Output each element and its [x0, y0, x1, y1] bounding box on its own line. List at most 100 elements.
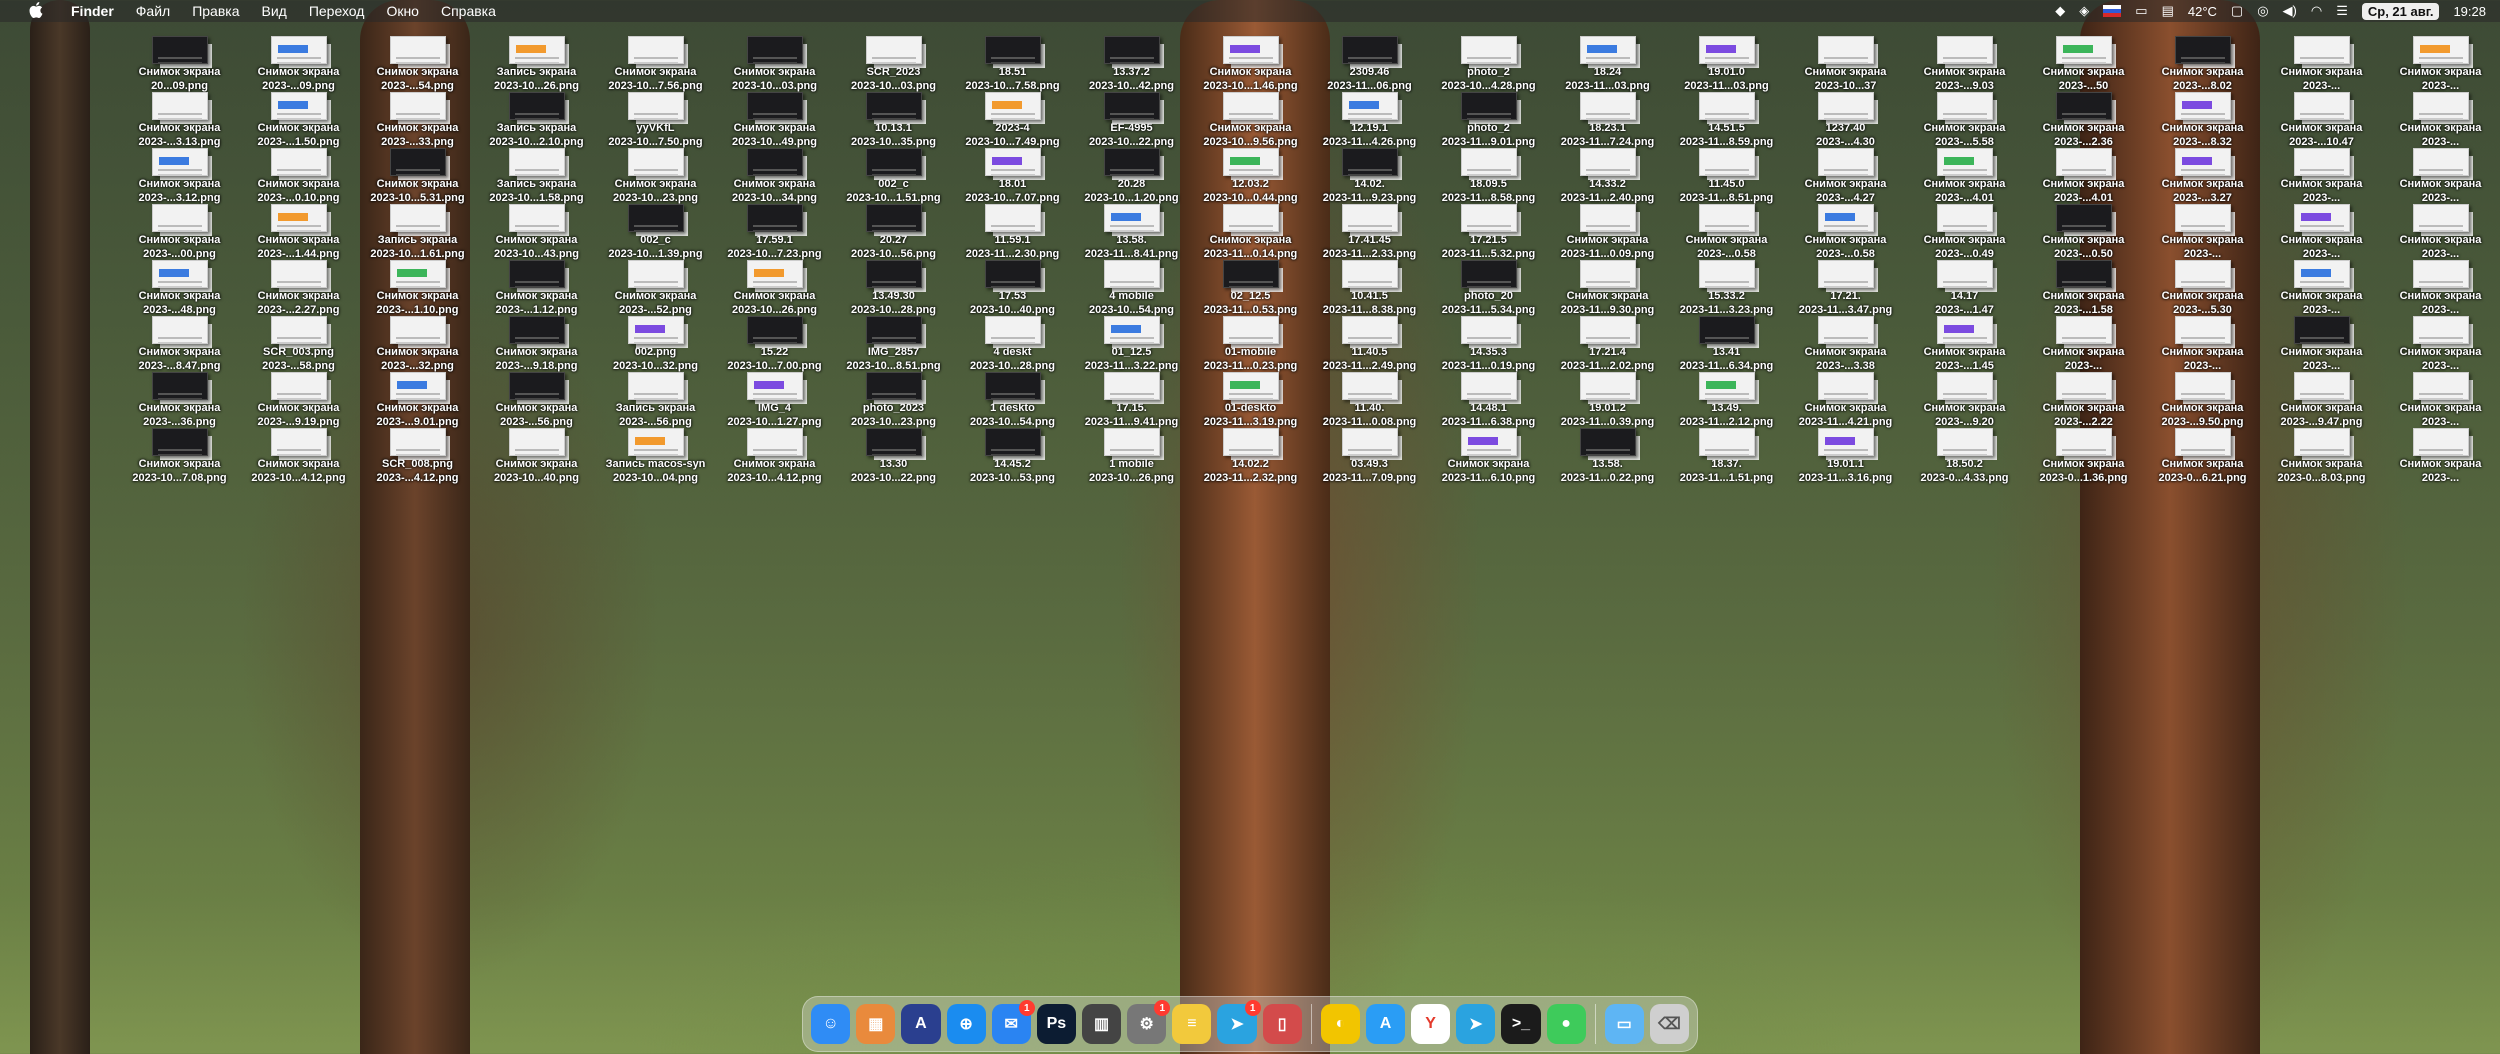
- desktop-file[interactable]: 2023-4 2023-10...7.49.png: [953, 92, 1072, 148]
- calculator-icon[interactable]: ▥: [1081, 1004, 1122, 1044]
- desktop-file[interactable]: 18.23.1 2023-11...7.24.png: [1548, 92, 1667, 148]
- desktop-file[interactable]: 13.41 2023-11...6.34.png: [1667, 316, 1786, 372]
- desktop-file[interactable]: Снимок экрана 2023-...: [2381, 204, 2500, 260]
- terminal-icon[interactable]: >_: [1501, 1004, 1541, 1044]
- desktop-file[interactable]: Снимок экрана 2023-...3.13.png: [120, 92, 239, 148]
- desktop-file[interactable]: SCR_2023 2023-10...03.png: [834, 36, 953, 92]
- desktop-file[interactable]: Снимок экрана 2023-10...49.png: [715, 92, 834, 148]
- desktop-file[interactable]: Снимок экрана 2023-10...5.31.png: [358, 148, 477, 204]
- desktop-file[interactable]: Снимок экрана 2023-0...1.36.png: [2024, 428, 2143, 484]
- desktop-file[interactable]: Снимок экрана 2023-...3.12.png: [120, 148, 239, 204]
- menu-edit[interactable]: Правка: [181, 3, 250, 19]
- desktop-file[interactable]: Снимок экрана 2023-...: [2262, 316, 2381, 372]
- desktop-file[interactable]: Снимок экрана 2023-...9.50.png: [2143, 372, 2262, 428]
- desktop-file[interactable]: Снимок экрана 2023-10...4.12.png: [715, 428, 834, 484]
- desktop-file[interactable]: 17.41.45 2023-11...2.33.png: [1310, 204, 1429, 260]
- desktop-file[interactable]: Снимок экрана 2023-...1.45: [1905, 316, 2024, 372]
- wifi-icon[interactable]: ◠: [2311, 3, 2322, 19]
- app-store-icon[interactable]: A: [1365, 1004, 1406, 1044]
- desktop-file[interactable]: Снимок экрана 2023-11...4.21.png: [1786, 372, 1905, 428]
- desktop-file[interactable]: 17.21.5 2023-11...5.32.png: [1429, 204, 1548, 260]
- telegram-alt-icon[interactable]: ➤: [1456, 1004, 1496, 1044]
- desktop-file[interactable]: 12.03.2 2023-10...0.44.png: [1191, 148, 1310, 204]
- desktop-file[interactable]: Снимок экрана 2023-...00.png: [120, 204, 239, 260]
- desktop-file[interactable]: Снимок экрана 2023-...: [2381, 316, 2500, 372]
- desktop-file[interactable]: 1 deskto 2023-10...54.png: [953, 372, 1072, 428]
- desktop-file[interactable]: Снимок экрана 2023-11...6.10.png: [1429, 428, 1548, 484]
- desktop-file[interactable]: 14.48.1 2023-11...6.38.png: [1429, 372, 1548, 428]
- menu-file[interactable]: Файл: [125, 3, 181, 19]
- desktop-file[interactable]: 1 mobile 2023-10...26.png: [1072, 428, 1191, 484]
- desktop-file[interactable]: 4 mobile 2023-10...54.png: [1072, 260, 1191, 316]
- desktop-file[interactable]: 13.49. 2023-11...2.12.png: [1667, 372, 1786, 428]
- desktop-file[interactable]: Снимок экрана 2023-...: [2024, 316, 2143, 372]
- desktop-file[interactable]: Снимок экрана 2023-...8.02: [2143, 36, 2262, 92]
- desktop-file[interactable]: Снимок экрана 2023-...48.png: [120, 260, 239, 316]
- desktop-file[interactable]: EF-4995 2023-10...22.png: [1072, 92, 1191, 148]
- desktop-file[interactable]: Снимок экрана 2023-...9.01.png: [358, 372, 477, 428]
- desktop-file[interactable]: Снимок экрана 2023-10...26.png: [715, 260, 834, 316]
- mail-icon[interactable]: ✉ 1: [991, 1000, 1035, 1044]
- screen-icon[interactable]: ◎: [2257, 3, 2268, 19]
- desktop-file[interactable]: Снимок экрана 2023-...52.png: [596, 260, 715, 316]
- desktop-file[interactable]: Снимок экрана 2023-...2.22: [2024, 372, 2143, 428]
- desktop-file[interactable]: Снимок экрана 2023-11...9.30.png: [1548, 260, 1667, 316]
- desktop-file[interactable]: Снимок экрана 2023-...8.32: [2143, 92, 2262, 148]
- desktop-file[interactable]: photo_2023 2023-10...23.png: [834, 372, 953, 428]
- desktop-file[interactable]: Снимок экрана 2023-...: [2381, 428, 2500, 484]
- desktop-file[interactable]: Снимок экрана 2023-...2.36: [2024, 92, 2143, 148]
- menu-go[interactable]: Переход: [298, 3, 376, 19]
- photoshop-icon[interactable]: Ps: [1036, 1004, 1076, 1044]
- desktop-file[interactable]: 14.17 2023-...1.47: [1905, 260, 2024, 316]
- desktop-file[interactable]: 14.35.3 2023-11...0.19.png: [1429, 316, 1548, 372]
- desktop-file[interactable]: 10.13.1 2023-10...35.png: [834, 92, 953, 148]
- desktop-file[interactable]: Снимок экрана 2023-10...40.png: [477, 428, 596, 484]
- desktop-file[interactable]: 18.09.5 2023-11...8.58.png: [1429, 148, 1548, 204]
- desktop-file[interactable]: 11.45.0 2023-11...8.51.png: [1667, 148, 1786, 204]
- desktop-file[interactable]: 18.01 2023-10...7.07.png: [953, 148, 1072, 204]
- desktop-file[interactable]: Снимок экрана 2023-...0.58: [1786, 204, 1905, 260]
- desktop-file[interactable]: Снимок экрана 2023-...5.58: [1905, 92, 2024, 148]
- desktop-file[interactable]: 13.37.2 2023-10...42.png: [1072, 36, 1191, 92]
- battery-icon[interactable]: ▭: [2135, 3, 2147, 19]
- downloads-folder-icon[interactable]: ▭: [1604, 1004, 1644, 1044]
- desktop-file[interactable]: Снимок экрана 2023-10...4.12.png: [239, 428, 358, 484]
- desktop-file[interactable]: 11.40. 2023-11...0.08.png: [1310, 372, 1429, 428]
- message-icon[interactable]: ▢: [2231, 3, 2243, 19]
- desktop-file[interactable]: 19.01.1 2023-11...3.16.png: [1786, 428, 1905, 484]
- screen-studio-icon[interactable]: ◐: [1320, 1004, 1360, 1044]
- desktop-file[interactable]: 20.28 2023-10...1.20.png: [1072, 148, 1191, 204]
- desktop-file[interactable]: Снимок экрана 2023-10...03.png: [715, 36, 834, 92]
- desktop-file[interactable]: Снимок экрана 2023-10...43.png: [477, 204, 596, 260]
- desktop-file[interactable]: Снимок экрана 2023-...4.27: [1786, 148, 1905, 204]
- desktop-file[interactable]: Снимок экрана 2023-11...0.09.png: [1548, 204, 1667, 260]
- desktop-file[interactable]: Снимок экрана 2023-...1.44.png: [239, 204, 358, 260]
- desktop-file[interactable]: Снимок экрана 2023-...1.12.png: [477, 260, 596, 316]
- notes-icon[interactable]: ≡: [1172, 1004, 1212, 1044]
- desktop-file[interactable]: Снимок экрана 2023-10...34.png: [715, 148, 834, 204]
- desktop-file[interactable]: 11.40.5 2023-11...2.49.png: [1310, 316, 1429, 372]
- desktop-file[interactable]: 17.15. 2023-11...9.41.png: [1072, 372, 1191, 428]
- desktop-file[interactable]: Снимок экрана 2023-...0.50: [2024, 204, 2143, 260]
- desktop-file[interactable]: Снимок экрана 2023-...33.png: [358, 92, 477, 148]
- desktop-file[interactable]: Снимок экрана 2023-...: [2381, 36, 2500, 92]
- telegram-icon[interactable]: ➤ 1: [1217, 1000, 1261, 1044]
- desktop-file[interactable]: Снимок экрана 2023-11...0.14.png: [1191, 204, 1310, 260]
- desktop-file[interactable]: Снимок экрана 2023-10...23.png: [596, 148, 715, 204]
- menu-view[interactable]: Вид: [251, 3, 298, 19]
- menu-window[interactable]: Окно: [375, 3, 430, 19]
- iphone-mirroring-icon[interactable]: ▯: [1262, 1004, 1302, 1044]
- desktop-file[interactable]: yyVKfL 2023-10...7.50.png: [596, 92, 715, 148]
- desktop-file[interactable]: Снимок экрана 20...09.png: [120, 36, 239, 92]
- desktop-file[interactable]: Снимок экрана 2023-...32.png: [358, 316, 477, 372]
- desktop-file[interactable]: 11.59.1 2023-11...2.30.png: [953, 204, 1072, 260]
- desktop-file[interactable]: Запись экрана 2023-10...1.58.png: [477, 148, 596, 204]
- desktop-file[interactable]: Снимок экрана 2023-...3.38: [1786, 316, 1905, 372]
- desktop-file[interactable]: Снимок экрана 2023-...9.47.png: [2262, 372, 2381, 428]
- control-center-icon[interactable]: ☰: [2336, 3, 2348, 19]
- temperature-icon[interactable]: ▤: [2162, 3, 2174, 19]
- yandex-browser-icon[interactable]: Y: [1411, 1004, 1451, 1044]
- desktop-file[interactable]: Снимок экрана 2023-...2.27.png: [239, 260, 358, 316]
- desktop-file[interactable]: 19.01.0 2023-11...03.png: [1667, 36, 1786, 92]
- desktop-file[interactable]: 12.19.1 2023-11...4.26.png: [1310, 92, 1429, 148]
